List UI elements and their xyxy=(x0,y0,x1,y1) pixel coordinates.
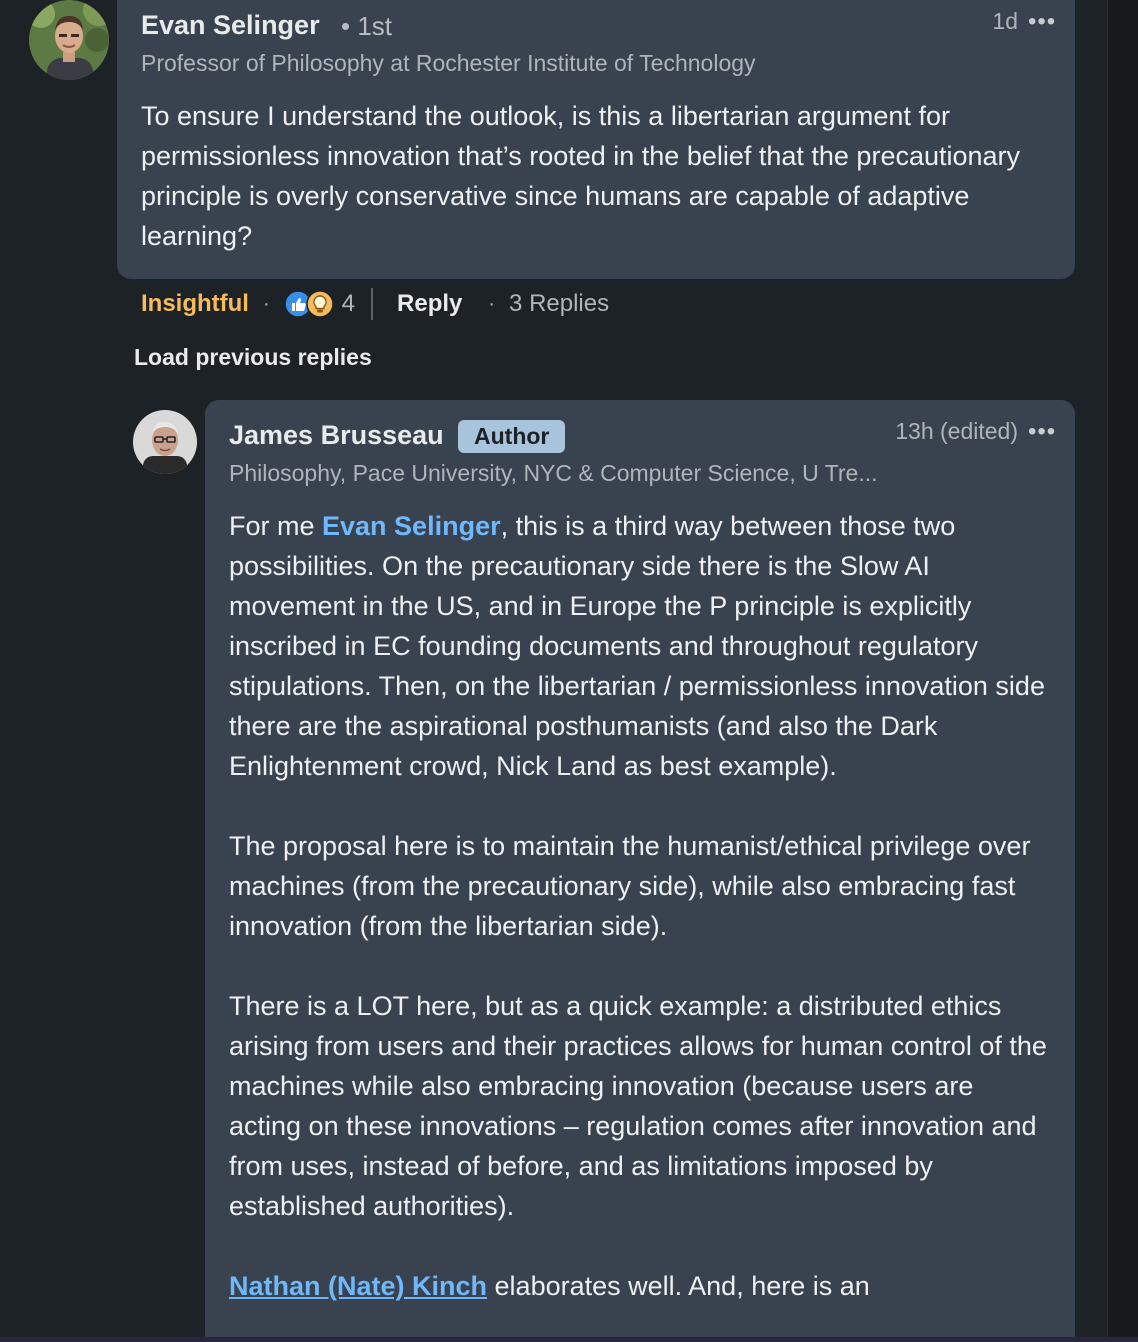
reply-p4-text: elaborates well. And, here is an xyxy=(487,1271,870,1301)
more-options-icon[interactable]: ••• xyxy=(1028,420,1056,444)
paragraph-spacer xyxy=(229,1226,1051,1266)
reply-paragraph-3: There is a LOT here, but as a quick exam… xyxy=(229,991,1047,1221)
comments-thread: Evan Selinger • 1st Professor of Philoso… xyxy=(0,0,1138,1342)
insightful-icon xyxy=(305,290,334,318)
replies-count-link[interactable]: 3 Replies xyxy=(509,290,609,318)
comment-body: To ensure I understand the outlook, is t… xyxy=(141,96,1041,256)
reply-timestamp: 13h (edited) xyxy=(895,418,1018,444)
reaction-insightful-button[interactable]: Insightful xyxy=(141,290,249,318)
comment-actions: Insightful · 4 Reply · 3 Replies xyxy=(141,286,609,322)
mention-evan-selinger[interactable]: Evan Selinger xyxy=(322,511,501,541)
load-previous-replies-link[interactable]: Load previous replies xyxy=(134,344,372,371)
reply-author-headline: Philosophy, Pace University, NYC & Compu… xyxy=(229,460,878,486)
reply-paragraph-1: For me Evan Selinger, this is a third wa… xyxy=(229,506,1051,786)
paragraph-spacer xyxy=(229,946,1051,986)
action-divider xyxy=(371,288,374,320)
comment-timestamp: 1d xyxy=(992,8,1018,34)
reply-button[interactable]: Reply xyxy=(397,290,462,318)
reply-p1-text: , this is a third way between those two … xyxy=(229,511,1045,781)
comment-text: To ensure I understand the outlook, is t… xyxy=(141,101,1021,251)
scrollbar-track[interactable] xyxy=(1107,0,1138,1342)
reply-paragraph-4: Nathan (Nate) Kinch elaborates well. And… xyxy=(229,1266,1051,1306)
reaction-icons[interactable] xyxy=(283,290,334,318)
more-options-icon[interactable]: ••• xyxy=(1028,10,1056,34)
separator-dot: · xyxy=(488,292,496,315)
reply-author-name[interactable]: James Brusseau xyxy=(229,420,444,451)
avatar-evan-selinger[interactable] xyxy=(29,0,109,80)
avatar-james-brusseau[interactable] xyxy=(133,410,197,474)
paragraph-spacer xyxy=(229,786,1051,826)
reply-paragraph-2: The proposal here is to maintain the hum… xyxy=(229,831,1031,941)
bottom-edge-bar xyxy=(0,1337,1138,1342)
comment-author-name[interactable]: Evan Selinger xyxy=(141,10,320,41)
separator-dot: · xyxy=(262,292,270,315)
avatar-photo xyxy=(133,410,197,474)
reaction-count[interactable]: 4 xyxy=(342,290,355,318)
reply-p1-prefix: For me xyxy=(229,511,323,541)
avatar-photo xyxy=(29,0,109,80)
comment-author-headline: Professor of Philosophy at Rochester Ins… xyxy=(141,50,756,76)
reply-body: For me Evan Selinger, this is a third wa… xyxy=(229,506,1051,1306)
mention-nathan-kinch[interactable]: Nathan (Nate) Kinch xyxy=(229,1271,487,1301)
connection-degree: • 1st xyxy=(341,11,393,41)
author-badge: Author xyxy=(458,420,566,453)
